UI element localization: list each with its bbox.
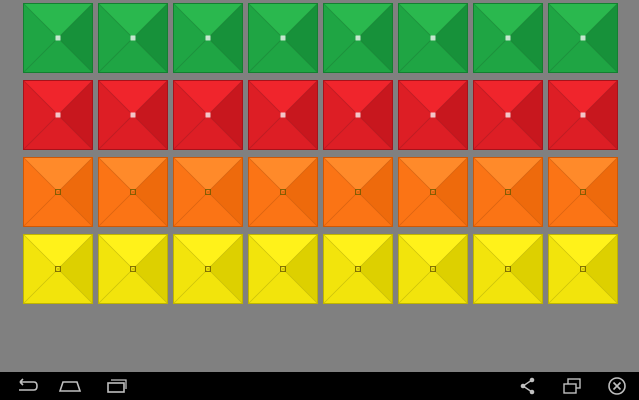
orange-tile[interactable]	[323, 157, 393, 227]
green-tile[interactable]	[548, 3, 618, 73]
pyramid-tile-icon	[23, 234, 93, 304]
red-tile[interactable]	[23, 80, 93, 150]
tile-row-red	[23, 80, 618, 150]
pyramid-tile-icon	[173, 157, 243, 227]
green-tile[interactable]	[473, 3, 543, 73]
red-tile[interactable]	[473, 80, 543, 150]
pyramid-tile-icon	[173, 80, 243, 150]
orange-tile[interactable]	[398, 157, 468, 227]
yellow-tile[interactable]	[398, 234, 468, 304]
green-tile[interactable]	[23, 3, 93, 73]
window-icon	[563, 378, 581, 394]
pyramid-tile-icon	[23, 157, 93, 227]
pyramid-tile-icon	[548, 157, 618, 227]
recent-apps-button[interactable]	[96, 372, 136, 400]
yellow-tile[interactable]	[473, 234, 543, 304]
tile-center-marker	[505, 112, 511, 118]
tile-center-marker	[205, 35, 211, 41]
yellow-tile[interactable]	[548, 234, 618, 304]
pyramid-tile-icon	[398, 80, 468, 150]
pyramid-tile-icon	[548, 3, 618, 73]
tile-center-marker	[505, 35, 511, 41]
orange-tile[interactable]	[173, 157, 243, 227]
tile-center-marker	[580, 112, 586, 118]
back-icon	[19, 378, 38, 391]
green-tile[interactable]	[248, 3, 318, 73]
red-tile[interactable]	[98, 80, 168, 150]
yellow-tile[interactable]	[248, 234, 318, 304]
green-tile[interactable]	[323, 3, 393, 73]
pyramid-tile-icon	[248, 80, 318, 150]
tile-center-marker	[130, 35, 136, 41]
orange-tile[interactable]	[248, 157, 318, 227]
pyramid-tile-icon	[473, 3, 543, 73]
tile-center-marker	[580, 35, 586, 41]
orange-tile[interactable]	[23, 157, 93, 227]
pyramid-tile-icon	[548, 234, 618, 304]
pyramid-tile-icon	[248, 3, 318, 73]
green-tile[interactable]	[173, 3, 243, 73]
window-button[interactable]	[552, 372, 592, 400]
yellow-tile[interactable]	[23, 234, 93, 304]
orange-tile[interactable]	[98, 157, 168, 227]
pyramid-tile-icon	[248, 157, 318, 227]
back-button[interactable]	[6, 372, 46, 400]
pyramid-tile-icon	[548, 80, 618, 150]
share-button[interactable]	[508, 372, 548, 400]
pyramid-tile-icon	[248, 234, 318, 304]
pyramid-tile-icon	[323, 3, 393, 73]
close-icon	[608, 377, 626, 395]
pyramid-tile-icon	[98, 80, 168, 150]
pyramid-tile-icon	[323, 80, 393, 150]
orange-tile[interactable]	[548, 157, 618, 227]
pyramid-tile-icon	[323, 234, 393, 304]
tile-row-orange	[23, 157, 618, 227]
orange-tile[interactable]	[473, 157, 543, 227]
pyramid-tile-icon	[98, 3, 168, 73]
tile-center-marker	[55, 35, 61, 41]
green-tile[interactable]	[98, 3, 168, 73]
tile-grid	[23, 3, 618, 311]
pyramid-tile-icon	[98, 234, 168, 304]
home-button[interactable]	[50, 372, 90, 400]
red-tile[interactable]	[173, 80, 243, 150]
pyramid-tile-icon	[398, 157, 468, 227]
yellow-tile[interactable]	[323, 234, 393, 304]
pyramid-tile-icon	[398, 234, 468, 304]
pyramid-tile-icon	[23, 3, 93, 73]
game-board-area	[0, 0, 639, 372]
tile-center-marker	[205, 112, 211, 118]
red-tile[interactable]	[248, 80, 318, 150]
tile-center-marker	[130, 112, 136, 118]
tile-row-yellow	[23, 234, 618, 304]
tile-center-marker	[55, 112, 61, 118]
pyramid-tile-icon	[398, 3, 468, 73]
close-button[interactable]	[597, 372, 637, 400]
green-tile[interactable]	[398, 3, 468, 73]
tile-center-marker	[280, 35, 286, 41]
red-tile[interactable]	[398, 80, 468, 150]
tile-row-green	[23, 3, 618, 73]
pyramid-tile-icon	[173, 3, 243, 73]
tile-center-marker	[280, 112, 286, 118]
system-navigation-bar	[0, 372, 639, 400]
tile-center-marker	[430, 35, 436, 41]
recent-apps-icon	[107, 379, 127, 393]
pyramid-tile-icon	[173, 234, 243, 304]
home-icon	[58, 381, 82, 392]
tile-center-marker	[355, 112, 361, 118]
tile-center-marker	[430, 112, 436, 118]
pyramid-tile-icon	[473, 234, 543, 304]
pyramid-tile-icon	[23, 80, 93, 150]
tile-center-marker	[355, 35, 361, 41]
pyramid-tile-icon	[98, 157, 168, 227]
pyramid-tile-icon	[473, 80, 543, 150]
pyramid-tile-icon	[473, 157, 543, 227]
pyramid-tile-icon	[323, 157, 393, 227]
share-icon	[520, 377, 535, 395]
yellow-tile[interactable]	[98, 234, 168, 304]
red-tile[interactable]	[323, 80, 393, 150]
yellow-tile[interactable]	[173, 234, 243, 304]
red-tile[interactable]	[548, 80, 618, 150]
